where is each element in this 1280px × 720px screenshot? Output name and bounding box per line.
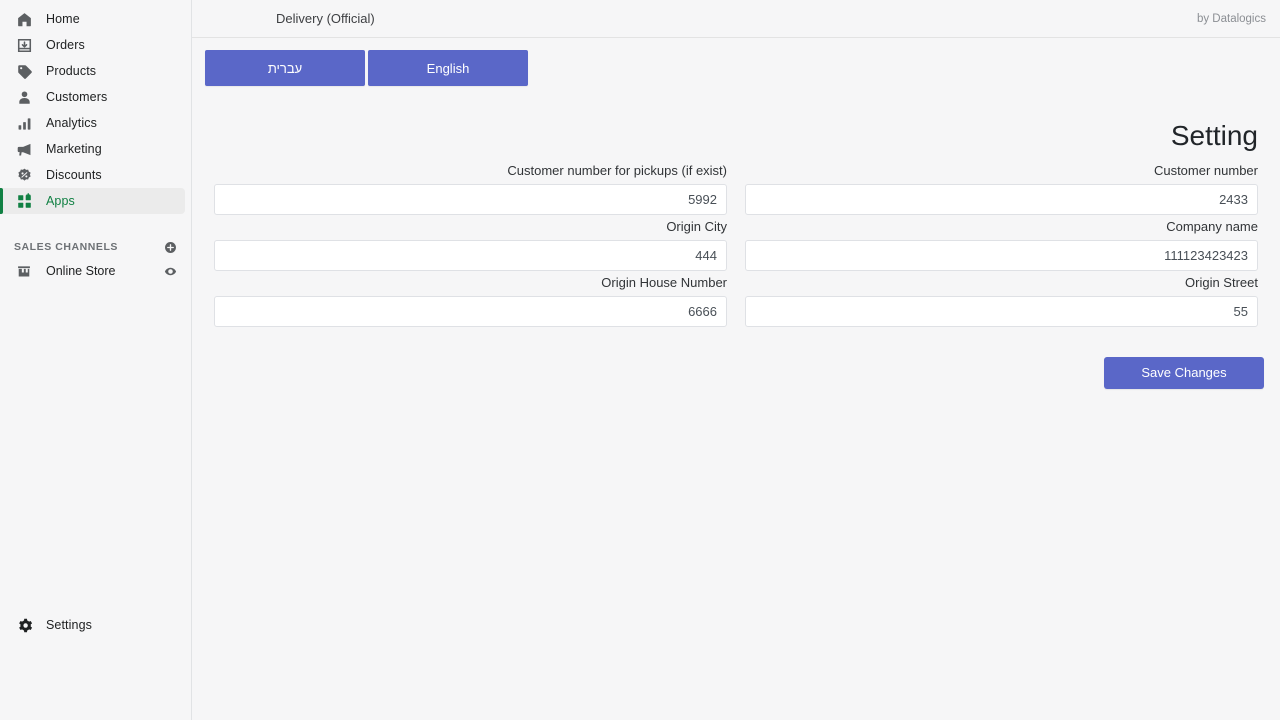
origin-house-number-input[interactable] — [214, 296, 727, 327]
field-label: Origin House Number — [214, 274, 727, 291]
sidebar-item-label: Orders — [46, 39, 85, 52]
field-origin-street: Origin Street — [736, 274, 1267, 327]
save-changes-button[interactable]: Save Changes — [1104, 357, 1264, 389]
sidebar-item-settings[interactable]: Settings — [0, 612, 185, 638]
sidebar: Home Orders Products — [0, 0, 192, 720]
plus-circle-icon[interactable] — [164, 241, 177, 254]
sidebar-item-analytics[interactable]: Analytics — [0, 110, 185, 136]
store-icon — [14, 261, 34, 281]
field-customer-number: Customer number — [736, 162, 1267, 215]
field-label: Company name — [745, 218, 1258, 235]
sidebar-item-home[interactable]: Home — [0, 6, 185, 32]
sidebar-item-label: Apps — [46, 195, 75, 208]
form-row: Origin Street Origin House Number — [205, 274, 1267, 327]
app-content: עברית English Setting Customer number Cu… — [192, 38, 1280, 720]
orders-icon — [14, 35, 34, 55]
page-title: Setting — [205, 121, 1258, 152]
sidebar-item-customers[interactable]: Customers — [0, 84, 185, 110]
form-row: Company name Origin City — [205, 218, 1267, 271]
field-label: Customer number — [745, 162, 1258, 179]
settings-form: Customer number Customer number for pick… — [205, 162, 1267, 389]
sidebar-nav: Home Orders Products — [0, 0, 191, 214]
sidebar-item-label: Marketing — [46, 143, 102, 156]
products-icon — [14, 61, 34, 81]
analytics-icon — [14, 113, 34, 133]
sidebar-item-label: Home — [46, 13, 80, 26]
lang-english-button[interactable]: English — [368, 50, 528, 86]
app-root: Home Orders Products — [0, 0, 1280, 720]
sidebar-item-label: Products — [46, 65, 96, 78]
customer-number-pickups-input[interactable] — [214, 184, 727, 215]
field-company-name: Company name — [736, 218, 1267, 271]
save-row: Save Changes — [205, 357, 1267, 389]
main-area: Delivery (Official) by Datalogics עברית … — [192, 0, 1280, 720]
lang-hebrew-button[interactable]: עברית — [205, 50, 365, 86]
customers-icon — [14, 87, 34, 107]
gear-icon — [14, 615, 34, 635]
field-label: Origin Street — [745, 274, 1258, 291]
app-title: Delivery (Official) — [276, 11, 375, 26]
field-customer-number-pickups: Customer number for pickups (if exist) — [205, 162, 736, 215]
form-row: Customer number Customer number for pick… — [205, 162, 1267, 215]
field-label: Customer number for pickups (if exist) — [214, 162, 727, 179]
sidebar-item-discounts[interactable]: Discounts — [0, 162, 185, 188]
sidebar-item-label: Analytics — [46, 117, 97, 130]
origin-street-input[interactable] — [745, 296, 1258, 327]
home-icon — [14, 9, 34, 29]
marketing-icon — [14, 139, 34, 159]
discounts-icon — [14, 165, 34, 185]
sidebar-footer: Settings — [0, 612, 191, 638]
sidebar-item-label: Customers — [46, 91, 107, 104]
origin-city-input[interactable] — [214, 240, 727, 271]
sidebar-item-label: Discounts — [46, 169, 102, 182]
eye-icon[interactable] — [164, 265, 177, 278]
apps-icon — [14, 191, 34, 211]
sidebar-item-label: Settings — [46, 619, 92, 632]
app-header: Delivery (Official) by Datalogics — [192, 0, 1280, 38]
sidebar-item-apps[interactable]: Apps — [0, 188, 185, 214]
sidebar-item-label: Online Store — [46, 264, 164, 278]
field-origin-house-number: Origin House Number — [205, 274, 736, 327]
by-line: by Datalogics — [1197, 13, 1266, 25]
field-origin-city: Origin City — [205, 218, 736, 271]
company-name-input[interactable] — [745, 240, 1258, 271]
sidebar-item-online-store[interactable]: Online Store — [0, 258, 191, 284]
sidebar-item-marketing[interactable]: Marketing — [0, 136, 185, 162]
sidebar-item-orders[interactable]: Orders — [0, 32, 185, 58]
customer-number-input[interactable] — [745, 184, 1258, 215]
language-switcher: עברית English — [205, 50, 1267, 86]
field-label: Origin City — [214, 218, 727, 235]
sidebar-item-products[interactable]: Products — [0, 58, 185, 84]
sales-channels-header: SALES CHANNELS — [0, 236, 191, 258]
sales-channels-title: SALES CHANNELS — [14, 241, 118, 253]
